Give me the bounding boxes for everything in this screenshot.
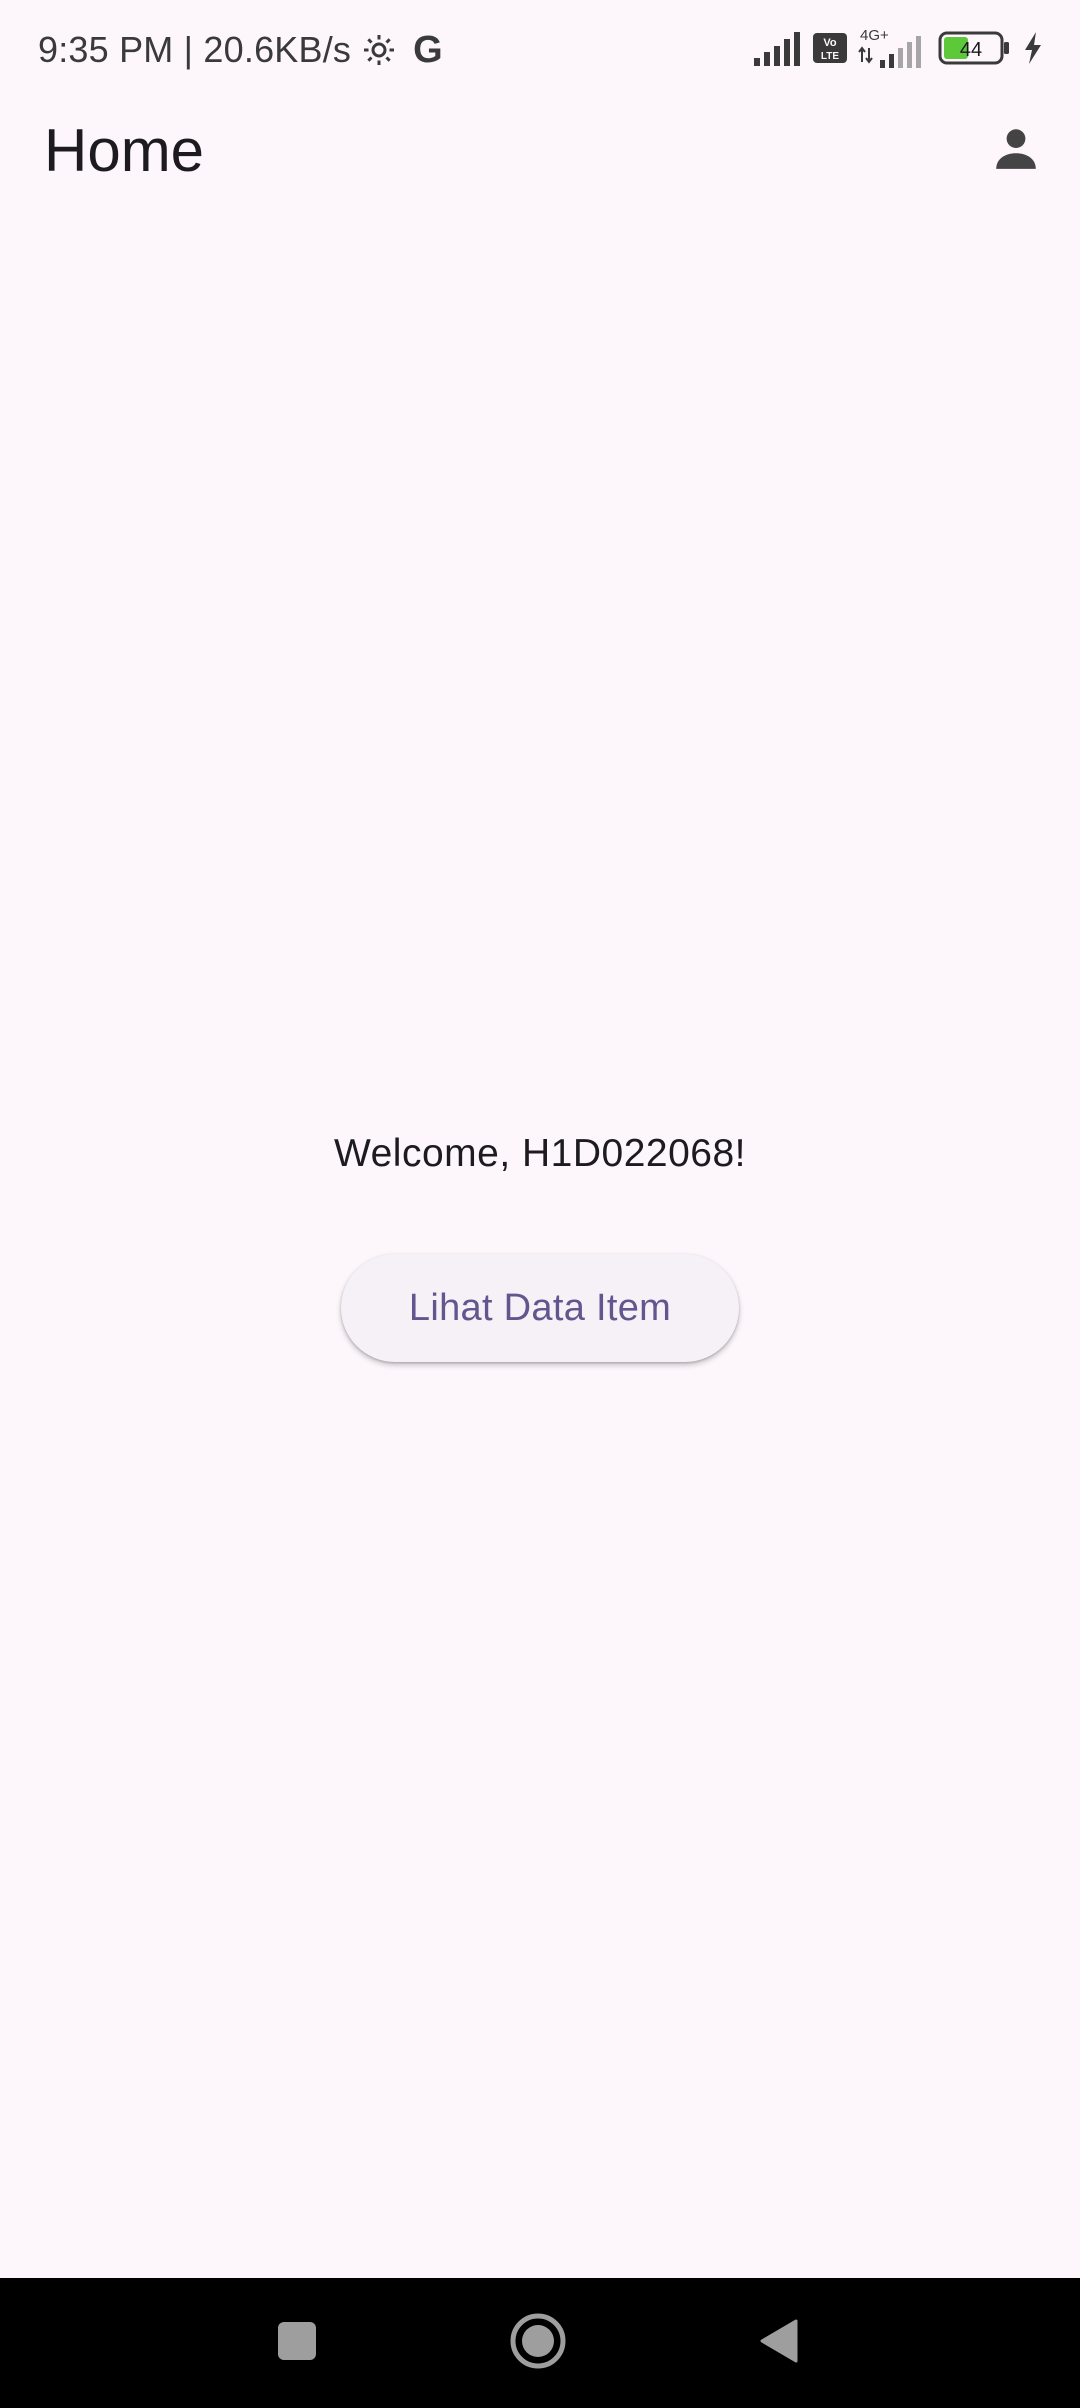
- profile-button[interactable]: [976, 110, 1056, 190]
- recents-square-icon: [276, 2320, 318, 2367]
- signal-4g-icon: 4G+: [858, 26, 928, 75]
- page-title: Home: [44, 117, 205, 184]
- back-triangle-icon: [756, 2317, 800, 2370]
- network-type-label: 4G+: [860, 27, 889, 44]
- home-circle-icon: [509, 2312, 567, 2375]
- battery-level-label: 44: [960, 39, 982, 61]
- person-icon: [991, 123, 1041, 178]
- welcome-message: Welcome, H1D022068!: [334, 1132, 746, 1175]
- status-left: 9:35 PM | 20.6KB/s G: [38, 22, 443, 78]
- signal-icon: [754, 30, 802, 71]
- view-data-item-button[interactable]: Lihat Data Item: [341, 1254, 739, 1362]
- navigation-bar: [0, 2278, 1080, 2408]
- main-content: Welcome, H1D022068! Lihat Data Item: [0, 204, 1080, 2278]
- recents-button[interactable]: [257, 2303, 337, 2383]
- google-g-icon: G: [413, 28, 443, 71]
- settings-gear-icon: [361, 32, 397, 68]
- back-button[interactable]: [738, 2303, 818, 2383]
- battery-icon: 44: [938, 30, 1012, 71]
- app-bar: Home: [0, 100, 1080, 204]
- volte-bottom-label: LTE: [821, 51, 839, 62]
- status-time-speed: 9:35 PM | 20.6KB/s: [38, 29, 352, 70]
- charging-bolt-icon: [1022, 30, 1044, 71]
- status-right: Vo LTE 4G+ 44: [754, 26, 1044, 74]
- home-button[interactable]: [498, 2303, 578, 2383]
- status-bar: 9:35 PM | 20.6KB/s G Vo LTE 4G+ 44: [0, 0, 1080, 100]
- volte-top-label: Vo: [823, 37, 837, 49]
- volte-icon: Vo LTE: [812, 30, 848, 71]
